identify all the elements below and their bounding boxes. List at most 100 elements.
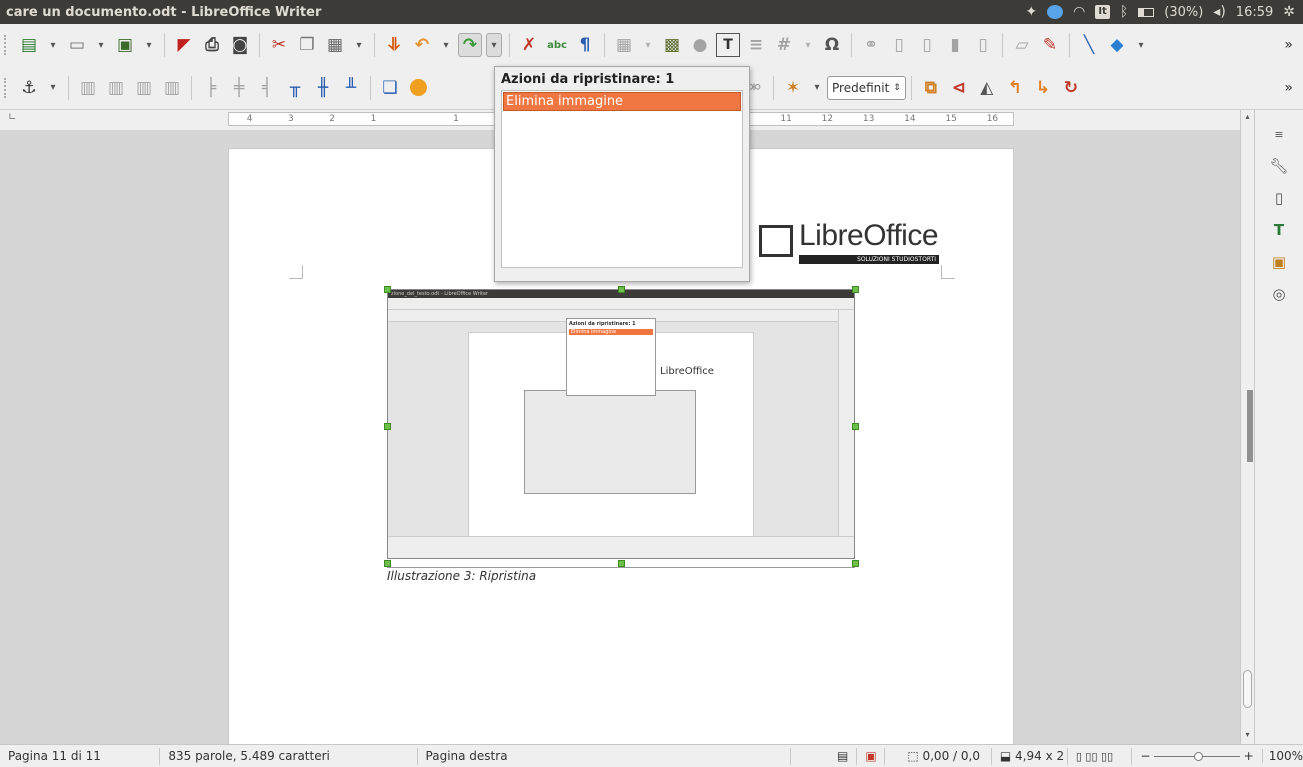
volume-icon[interactable]: ◂) <box>1213 4 1226 20</box>
flip-horizontal-icon[interactable]: ◭ <box>975 76 999 100</box>
flip-vertical-icon[interactable]: ⊲ <box>947 76 971 100</box>
cloud-icon[interactable] <box>1047 5 1064 19</box>
open-dropdown-arrow-icon[interactable]: ▾ <box>93 33 109 57</box>
zoom-in-icon[interactable]: + <box>1244 749 1254 763</box>
resize-handle-top-left[interactable] <box>384 286 391 293</box>
resize-handle-middle-right[interactable] <box>852 423 859 430</box>
table-dropdown-arrow-icon[interactable]: ▾ <box>640 33 656 57</box>
gallery-icon[interactable]: ▣ <box>1266 249 1292 275</box>
insert-text-box-icon[interactable]: T <box>716 33 740 57</box>
navigator-icon[interactable]: ◎ <box>1266 281 1292 307</box>
paste-dropdown-arrow-icon[interactable]: ▾ <box>351 33 367 57</box>
new-dropdown-arrow-icon[interactable]: ▾ <box>45 33 61 57</box>
zoom-slider-knob[interactable] <box>1194 751 1204 761</box>
rotate-left-icon[interactable]: ↰ <box>1003 76 1027 100</box>
resize-handle-bottom-right[interactable] <box>852 560 859 567</box>
zoom-slider[interactable] <box>1154 751 1240 761</box>
toolbar-grip[interactable] <box>4 77 9 98</box>
image-style-select[interactable]: Predefinit ⇕ <box>827 75 906 100</box>
rotate-icon[interactable]: ↻ <box>1059 76 1083 100</box>
find-replace-icon[interactable]: ✗ <box>517 33 541 57</box>
save-icon[interactable]: ▣ <box>113 33 137 57</box>
rotate-right-icon[interactable]: ↳ <box>1031 76 1055 100</box>
sidebar-splitter[interactable] <box>1247 390 1253 462</box>
styles-icon[interactable]: T <box>1266 217 1292 243</box>
insert-page-break-icon[interactable]: ≡ <box>744 33 768 57</box>
align-center-object-icon[interactable]: ╪ <box>227 76 251 100</box>
insert-image-icon[interactable]: ▩ <box>660 33 684 57</box>
copy-icon[interactable]: ❐ <box>295 33 319 57</box>
open-icon[interactable]: ▭ <box>65 33 89 57</box>
embedded-screenshot-image[interactable]: zione_del_testo.odt - LibreOffice Writer… <box>387 289 855 559</box>
print-icon[interactable]: ⎙ <box>200 33 224 57</box>
battery-icon[interactable] <box>1138 7 1155 17</box>
zoom-level[interactable]: 100% <box>1261 749 1303 763</box>
redo-actions-list[interactable]: Elimina immagine <box>501 90 743 268</box>
crop-icon[interactable]: ⧉ <box>919 76 943 100</box>
view-layout-icons[interactable]: ▯ ▯▯ ▯▯ <box>1068 747 1133 765</box>
align-left-object-icon[interactable]: ╞ <box>199 76 223 100</box>
export-pdf-icon[interactable]: ◤ <box>172 33 196 57</box>
fontwork-dropdown-arrow-icon[interactable]: ▾ <box>809 76 825 100</box>
clock[interactable]: 16:59 <box>1236 5 1273 20</box>
resize-handle-bottom-left[interactable] <box>384 560 391 567</box>
toolbar-overflow-chevron-icon[interactable]: » <box>1284 80 1293 96</box>
spin-arrows-icon[interactable]: ⇕ <box>893 83 901 93</box>
shapes-dropdown-arrow-icon[interactable]: ▾ <box>1133 33 1149 57</box>
page-layout-style[interactable]: Pagina destra <box>418 747 791 765</box>
align-bottom-object-icon[interactable]: ╨ <box>339 76 363 100</box>
sidebar-menu-icon[interactable]: ≡ <box>1266 121 1292 147</box>
print-preview-icon[interactable]: ◙ <box>228 33 252 57</box>
scroll-up-arrow-icon[interactable]: ▴ <box>1243 112 1252 122</box>
anchor-dropdown-arrow-icon[interactable]: ▾ <box>45 76 61 100</box>
redo-icon[interactable]: ↷ <box>458 33 482 57</box>
align-right-object-icon[interactable]: ╡ <box>255 76 279 100</box>
insert-field-icon[interactable]: # <box>772 33 796 57</box>
insert-line-icon[interactable]: ╲ <box>1077 33 1101 57</box>
scroll-down-arrow-icon[interactable]: ▾ <box>1243 730 1252 740</box>
wrap-through-icon[interactable]: ▥ <box>160 76 184 100</box>
formatting-marks-icon[interactable]: ¶ <box>573 33 597 57</box>
resize-handle-middle-left[interactable] <box>384 423 391 430</box>
wrap-off-icon[interactable]: ▥ <box>76 76 100 100</box>
hyperlink-icon[interactable]: ⚭ <box>859 33 883 57</box>
toolbar-overflow-chevron-icon[interactable]: » <box>1284 37 1293 53</box>
cross-reference-icon[interactable]: ▯ <box>971 33 995 57</box>
bookmark-icon[interactable]: ▮ <box>943 33 967 57</box>
clone-formatting-icon[interactable]: ⥥ <box>382 33 406 57</box>
language-indicator-icon[interactable]: ▤ <box>791 747 858 765</box>
keyboard-layout-indicator[interactable]: It <box>1095 5 1110 19</box>
spelling-icon[interactable]: abc <box>545 33 569 57</box>
wifi-icon[interactable]: ◠ <box>1073 4 1085 20</box>
redo-action-item[interactable]: Elimina immagine <box>503 92 741 111</box>
image-caption[interactable]: Illustrazione 3: Ripristina <box>387 567 855 583</box>
footnote-icon[interactable]: ▯ <box>887 33 911 57</box>
settings-gear-icon[interactable]: ✲ <box>1283 4 1295 20</box>
resize-handle-top-right[interactable] <box>852 286 859 293</box>
field-dropdown-arrow-icon[interactable]: ▾ <box>800 33 816 57</box>
anchor-icon[interactable]: ⚓ <box>17 76 41 100</box>
redo-dropdown-arrow-icon[interactable]: ▾ <box>486 33 502 57</box>
new-document-icon[interactable]: ▤ <box>17 33 41 57</box>
toolbar-grip[interactable] <box>4 35 9 55</box>
resize-handle-top-center[interactable] <box>618 286 625 293</box>
align-middle-object-icon[interactable]: ╫ <box>311 76 335 100</box>
insert-chart-icon[interactable]: ● <box>688 33 712 57</box>
dropbox-icon[interactable]: ✦ <box>1025 4 1037 20</box>
zoom-out-icon[interactable]: − <box>1140 749 1150 763</box>
paste-icon[interactable]: ▦ <box>323 33 347 57</box>
cut-icon[interactable]: ✂ <box>267 33 291 57</box>
save-dropdown-arrow-icon[interactable]: ▾ <box>141 33 157 57</box>
fontwork-icon[interactable]: ✶ <box>781 76 805 100</box>
doc-modified-icon[interactable]: ▣ <box>857 747 886 765</box>
undo-icon[interactable]: ↶ <box>410 33 434 57</box>
wrap-optimal-icon[interactable]: ▥ <box>132 76 156 100</box>
word-count[interactable]: 835 parole, 5.489 caratteri <box>160 747 418 765</box>
tab-stop-selector-icon[interactable]: ∟ <box>8 112 16 123</box>
bring-forward-icon[interactable] <box>406 76 430 100</box>
insert-table-icon[interactable]: ▦ <box>612 33 636 57</box>
page-icon[interactable]: ▯ <box>1266 185 1292 211</box>
endnote-icon[interactable]: ▯ <box>915 33 939 57</box>
comment-icon[interactable]: ▱ <box>1010 33 1034 57</box>
special-character-icon[interactable]: Ω <box>820 33 844 57</box>
